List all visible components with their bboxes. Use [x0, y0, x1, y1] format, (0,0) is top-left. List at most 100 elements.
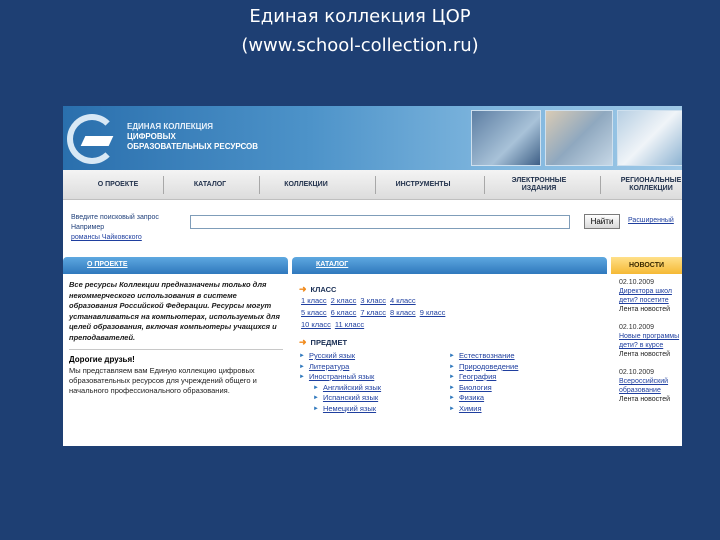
- arrow-right-icon: ➜: [299, 284, 307, 294]
- news-link[interactable]: Всероссийский: [619, 377, 682, 386]
- subject-subitem[interactable]: ► Испанский язык: [313, 393, 449, 404]
- subject-label: Иностранный язык: [308, 372, 375, 381]
- bullet-arrow-icon: ►: [449, 405, 455, 412]
- news-link[interactable]: Новые программы: [619, 332, 682, 341]
- nav-item-tools[interactable]: ИНСТРУМЕНТЫ: [383, 170, 463, 200]
- subject-label: Немецкий язык: [322, 403, 377, 413]
- subject-label: Естествознание: [458, 351, 515, 360]
- nav-divider: [375, 176, 376, 194]
- subject-label: Русский язык: [308, 351, 356, 360]
- about-text: Все ресурсы Коллекции предназначены толь…: [69, 280, 280, 342]
- grade-link[interactable]: 10 класс: [301, 320, 331, 329]
- slide-title-line2: (www.school-collection.ru): [241, 35, 479, 56]
- logo-line3: ОБРАЗОВАТЕЛЬНЫХ РЕСУРСОВ: [127, 142, 259, 151]
- news-section: 02.10.2009 Директора школ дети? посетите…: [619, 278, 682, 413]
- subject-label: Физика: [458, 393, 485, 402]
- section-tab-news[interactable]: НОВОСТИ: [611, 257, 682, 274]
- bullet-arrow-icon: ►: [449, 353, 455, 359]
- subject-subitem[interactable]: ► Английский язык: [313, 383, 449, 394]
- search-example-link[interactable]: романсы Чайковского: [71, 233, 191, 243]
- greeting-text: Мы представляем вам Единую коллекцию циф…: [69, 366, 257, 395]
- subject-item[interactable]: ► Литература: [299, 362, 449, 373]
- search-button[interactable]: Найти: [584, 214, 620, 229]
- bullet-arrow-icon: ►: [299, 353, 305, 359]
- subject-label: Природоведение: [458, 361, 519, 371]
- advanced-search-link[interactable]: Расширенный: [628, 217, 674, 224]
- subject-item[interactable]: ► Естествознание: [449, 351, 599, 362]
- grade-link[interactable]: 5 класс: [301, 308, 327, 317]
- logo-icon[interactable]: [67, 114, 117, 164]
- bullet-arrow-icon: ►: [449, 363, 455, 370]
- nav-item-collections[interactable]: КОЛЛЕКЦИИ: [271, 170, 341, 200]
- logo-line1: ЕДИНАЯ КОЛЛЕКЦИЯ: [127, 122, 214, 131]
- grade-link[interactable]: 8 класс: [390, 308, 416, 317]
- logo-text[interactable]: ЕДИНАЯ КОЛЛЕКЦИЯ ЦИФРОВЫХ ОБРАЗОВАТЕЛЬНЫ…: [127, 122, 327, 152]
- subject-label: Химия: [458, 403, 482, 413]
- news-source: Лента новостей: [619, 306, 671, 313]
- subject-heading: ➜ ПРЕДМЕТ: [299, 337, 604, 348]
- logo-line2: ЦИФРОВЫХ: [127, 132, 176, 141]
- subject-label: Английский язык: [322, 382, 382, 392]
- grade-link[interactable]: 3 класс: [360, 296, 386, 305]
- catalog-section: ➜ КЛАСС 1 класс 2 класс 3 класс 4 класс 5 к…: [299, 284, 604, 414]
- nav-item-e-publications[interactable]: ЭЛЕКТРОННЫЕ ИЗДАНИЯ: [499, 170, 579, 200]
- bullet-arrow-icon: ►: [313, 384, 319, 391]
- slide-title: Единая коллекция ЦОР (www.school-collect…: [0, 2, 720, 60]
- news-date: 02.10.2009: [619, 369, 655, 376]
- bullet-arrow-icon: ►: [313, 395, 319, 401]
- subject-heading-label: ПРЕДМЕТ: [310, 338, 348, 347]
- nav-item-about[interactable]: О ПРОЕКТЕ: [83, 170, 153, 200]
- grade-link[interactable]: 11 класс: [335, 320, 364, 329]
- grade-link[interactable]: 9 класс: [420, 308, 446, 317]
- grade-row: 10 класс 11 класс: [301, 319, 604, 331]
- search-input[interactable]: [190, 215, 570, 229]
- news-date: 02.10.2009: [619, 279, 655, 286]
- search-hint-text: Введите поисковый запрос: [71, 214, 159, 221]
- subject-item[interactable]: ► Биология: [449, 383, 599, 394]
- subject-item[interactable]: ► Природоведение: [449, 362, 599, 373]
- news-link[interactable]: образование: [619, 386, 682, 395]
- nav-divider: [484, 176, 485, 194]
- nav-item-regional[interactable]: РЕГИОНАЛЬНЫЕ КОЛЛЕКЦИИ: [611, 170, 682, 200]
- news-item: 02.10.2009 Директора школ дети? посетите…: [619, 278, 682, 314]
- header-photo-computer: [471, 110, 541, 166]
- news-link[interactable]: дети? в курсе: [619, 341, 682, 350]
- arrow-right-icon: ➜: [299, 337, 307, 347]
- bullet-arrow-icon: ►: [299, 363, 305, 370]
- search-bar: Введите поисковый запрос Например романс…: [63, 201, 682, 251]
- subject-item[interactable]: ► Русский язык: [299, 351, 449, 362]
- grade-link[interactable]: 7 класс: [360, 308, 386, 317]
- header-photo-classroom: [545, 110, 613, 166]
- subject-item[interactable]: ► Иностранный язык: [299, 372, 449, 383]
- subject-label: Биология: [458, 382, 492, 392]
- section-tab-catalog[interactable]: КАТАЛОГ: [292, 257, 607, 274]
- section-tab-about-label: О ПРОЕКТЕ: [87, 261, 128, 268]
- subject-item[interactable]: ► География: [449, 372, 599, 383]
- bullet-arrow-icon: ►: [449, 374, 455, 380]
- news-link[interactable]: Директора школ: [619, 287, 682, 296]
- main-nav: О ПРОЕКТЕ КАТАЛОГ КОЛЛЕКЦИИ ИНСТРУМЕНТЫ …: [63, 170, 682, 200]
- bullet-arrow-icon: ►: [299, 374, 305, 380]
- nav-item-catalog[interactable]: КАТАЛОГ: [175, 170, 245, 200]
- grade-link[interactable]: 2 класс: [331, 296, 357, 305]
- header-photo-students: [617, 110, 682, 166]
- section-tab-about[interactable]: О ПРОЕКТЕ: [63, 257, 288, 274]
- nav-divider: [259, 176, 260, 194]
- divider: [69, 349, 283, 350]
- grade-link[interactable]: 1 класс: [301, 296, 327, 305]
- subject-list: ► Русский язык ► Литература ► Иностранный я…: [299, 351, 604, 414]
- subject-label: Литература: [308, 361, 350, 371]
- subject-item[interactable]: ► Физика: [449, 393, 599, 404]
- subject-item[interactable]: ► Химия: [449, 404, 599, 415]
- subject-column-left: ► Русский язык ► Литература ► Иностранный я…: [299, 351, 449, 414]
- grade-row: 5 класс 6 класс 7 класс 8 класс 9 класс: [301, 307, 604, 319]
- grade-link[interactable]: 4 класс: [390, 296, 416, 305]
- subject-subitem[interactable]: ► Немецкий язык: [313, 404, 449, 415]
- grade-link[interactable]: 6 класс: [331, 308, 357, 317]
- grade-heading: ➜ КЛАСС: [299, 284, 604, 295]
- nav-divider: [163, 176, 164, 194]
- section-tab-catalog-label: КАТАЛОГ: [316, 261, 349, 268]
- bullet-arrow-icon: ►: [449, 395, 455, 401]
- subject-label: Испанский язык: [322, 393, 379, 402]
- news-link[interactable]: дети? посетите: [619, 296, 682, 305]
